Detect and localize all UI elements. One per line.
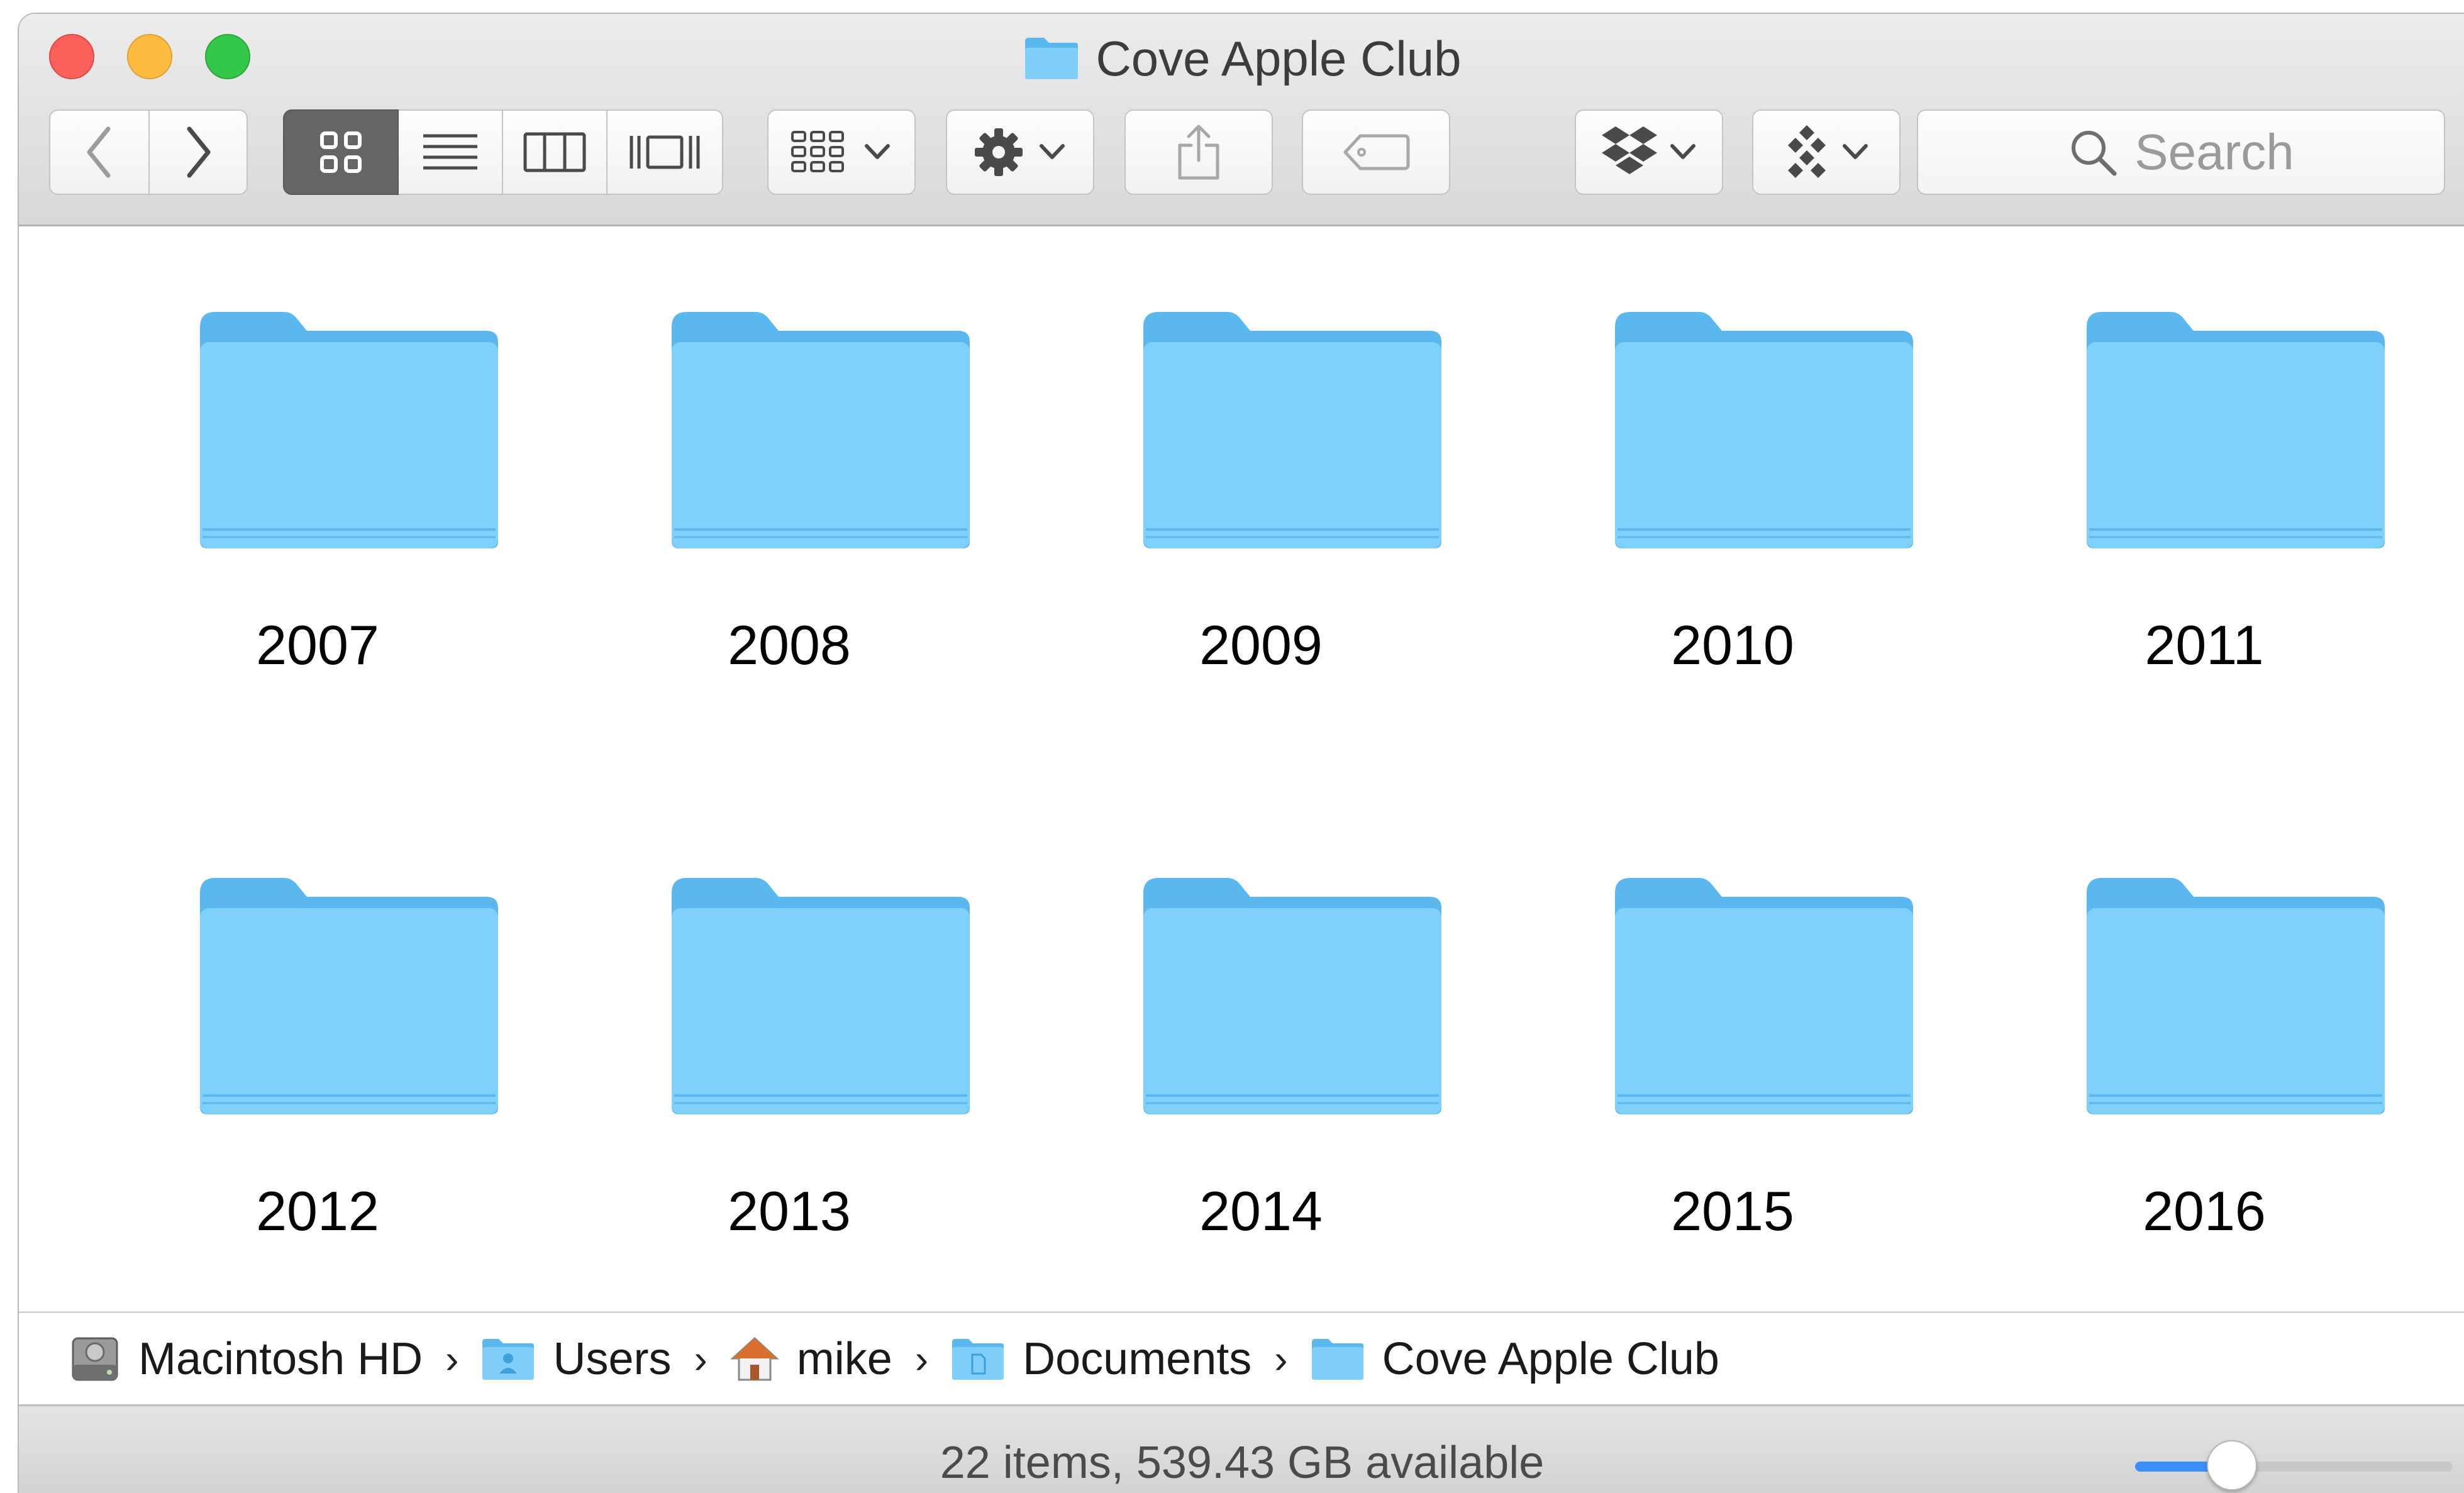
folder-icon	[672, 878, 970, 1114]
title-bar: Cove Apple Club Search	[19, 14, 2464, 226]
path-item-mike[interactable]: mike	[730, 1333, 892, 1385]
path-item-documents[interactable]: Documents	[951, 1333, 1251, 1385]
folder-icon	[1615, 312, 1913, 548]
search-icon	[2072, 131, 2117, 176]
folder-icon	[672, 312, 970, 548]
icon-view-button[interactable]	[283, 109, 399, 195]
chevron-left-icon	[87, 126, 111, 178]
column-view-icon	[523, 132, 586, 172]
folder-icon	[1615, 878, 1913, 1114]
path-separator: ›	[694, 1336, 708, 1382]
folder-name: 2012	[256, 1180, 379, 1242]
chevron-right-icon	[187, 126, 211, 178]
coverflow-view-icon	[630, 135, 700, 169]
folder-icon	[1025, 38, 1079, 79]
tag-icon	[1343, 134, 1410, 170]
path-separator: ›	[1274, 1336, 1288, 1382]
chevron-down-icon	[865, 144, 890, 159]
folder-grid: 2007 2008 2009 2010 2011 2012 2013 2014 2015 2016	[19, 226, 2464, 1311]
finder-window: Cove Apple Club Search 2007 2008 2009 20…	[18, 13, 2464, 1493]
forward-button[interactable]	[150, 109, 248, 195]
folder-name: 2015	[1671, 1180, 1794, 1242]
path-separator: ›	[445, 1336, 459, 1382]
folder-item[interactable]: 2009	[1025, 308, 1497, 748]
diamond-pattern-icon	[1788, 125, 1826, 178]
window-title-text: Cove Apple Club	[1096, 31, 1462, 86]
chevron-down-icon	[1040, 144, 1065, 159]
folder-item[interactable]: 2007	[82, 308, 553, 748]
path-separator: ›	[914, 1336, 929, 1382]
folder-item[interactable]: 2012	[82, 874, 553, 1314]
documents-folder-icon	[952, 1338, 1004, 1380]
search-field[interactable]: Search	[1917, 109, 2445, 195]
column-view-button[interactable]	[503, 109, 608, 195]
folder-name: 2011	[2145, 614, 2264, 676]
path-item-cove-apple-club[interactable]: Cove Apple Club	[1311, 1333, 1719, 1385]
path-label: Cove Apple Club	[1382, 1333, 1719, 1384]
tags-button[interactable]	[1302, 109, 1450, 195]
folder-name: 2009	[1199, 614, 1323, 676]
users-folder-icon	[482, 1338, 535, 1380]
extension-menu-button[interactable]	[1752, 109, 1901, 195]
chevron-down-icon	[1843, 144, 1868, 159]
folder-item[interactable]: 2015	[1497, 874, 1968, 1314]
status-bar: 22 items, 539.43 GB available	[19, 1404, 2464, 1493]
coverflow-view-button[interactable]	[608, 109, 723, 195]
folder-name: 2016	[2143, 1180, 2266, 1242]
list-view-button[interactable]	[399, 109, 503, 195]
slider-knob[interactable]	[2206, 1440, 2257, 1490]
folder-icon	[1143, 312, 1441, 548]
folder-name: 2008	[728, 614, 851, 676]
path-item-macintosh-hd[interactable]: Macintosh HD	[69, 1333, 423, 1385]
back-button[interactable]	[49, 109, 150, 195]
path-label: Users	[553, 1333, 672, 1384]
folder-item[interactable]: 2016	[1968, 874, 2440, 1314]
window-title: Cove Apple Club	[19, 31, 2464, 86]
path-item-users[interactable]: Users	[481, 1333, 671, 1385]
folder-item[interactable]: 2011	[1968, 308, 2440, 748]
folder-icon	[1143, 878, 1441, 1114]
folder-item[interactable]: 2008	[553, 308, 1025, 748]
share-icon	[1178, 125, 1219, 180]
folder-name: 2013	[728, 1180, 851, 1242]
dropbox-icon	[1602, 126, 1657, 174]
gear-icon	[975, 128, 1023, 176]
list-view-icon	[423, 134, 477, 170]
folder-icon	[200, 878, 498, 1114]
folder-icon	[2087, 878, 2385, 1114]
path-label: Documents	[1023, 1333, 1252, 1384]
arrange-grid-icon	[791, 131, 844, 172]
hard-drive-icon	[72, 1337, 118, 1380]
path-label: Macintosh HD	[138, 1333, 423, 1384]
folder-item[interactable]: 2010	[1497, 308, 1968, 748]
folder-item[interactable]: 2014	[1025, 874, 1497, 1314]
chevron-down-icon	[1670, 144, 1695, 159]
folder-icon	[200, 312, 498, 548]
home-icon	[730, 1336, 779, 1380]
share-button[interactable]	[1124, 109, 1273, 195]
icon-size-slider[interactable]	[2135, 1440, 2453, 1490]
action-menu-button[interactable]	[946, 109, 1094, 195]
folder-item[interactable]: 2013	[553, 874, 1025, 1314]
dropbox-button[interactable]	[1575, 109, 1723, 195]
icon-view-icon	[320, 131, 362, 173]
status-text: 22 items, 539.43 GB available	[940, 1438, 1545, 1488]
folder-name: 2007	[256, 614, 379, 676]
folder-name: 2014	[1199, 1180, 1323, 1242]
search-placeholder: Search	[2134, 124, 2294, 180]
folder-name: 2010	[1671, 614, 1794, 676]
path-bar: Macintosh HD › Users › mike › Documents …	[19, 1311, 2464, 1404]
folder-icon	[1311, 1338, 1363, 1380]
folder-icon	[2087, 312, 2385, 548]
path-label: mike	[796, 1333, 892, 1384]
arrange-button[interactable]	[767, 109, 916, 195]
